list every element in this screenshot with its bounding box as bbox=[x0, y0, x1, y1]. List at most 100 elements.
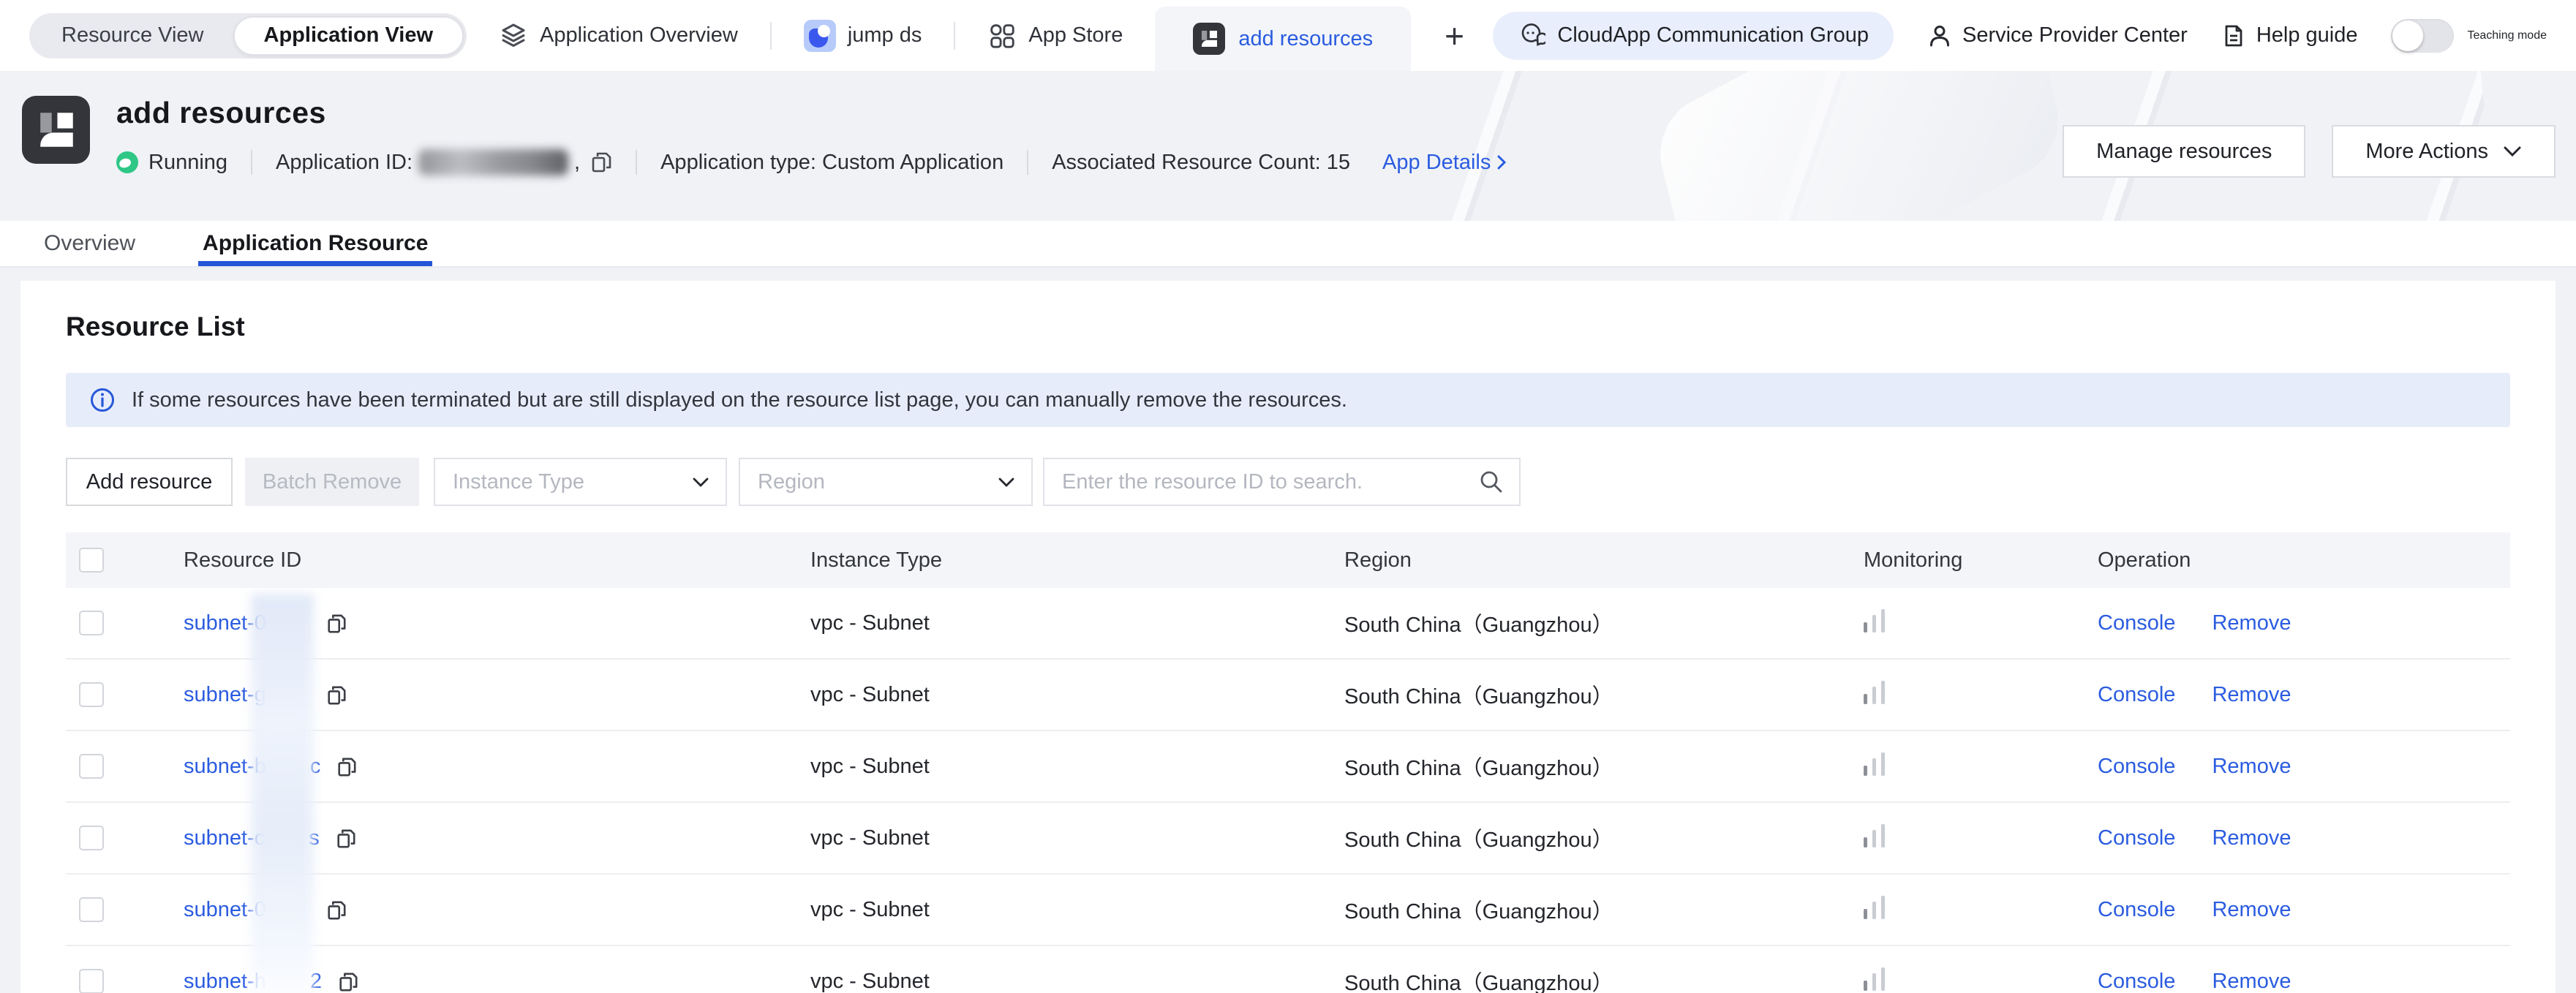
console-link[interactable]: Console bbox=[2098, 683, 2175, 706]
batch-remove-button[interactable]: Batch Remove bbox=[245, 458, 419, 506]
application-id-label: Application ID: bbox=[276, 150, 413, 174]
monitoring-chart-icon[interactable] bbox=[1864, 966, 1885, 991]
tab-application-resource[interactable]: Application Resource bbox=[198, 221, 433, 266]
row-checkbox[interactable] bbox=[79, 826, 104, 851]
row-checkbox[interactable] bbox=[79, 682, 104, 708]
copy-icon[interactable] bbox=[326, 684, 347, 706]
console-link[interactable]: Console bbox=[2098, 611, 2175, 635]
application-id-suffix: , bbox=[574, 150, 581, 174]
table-row: subnet-h 2 vpc - Subnet South China（Guan… bbox=[66, 946, 2510, 993]
status-badge: Running bbox=[116, 151, 227, 175]
service-provider-center-link[interactable]: Service Provider Center bbox=[1927, 23, 2188, 48]
app-logo-icon bbox=[1193, 23, 1226, 55]
monitoring-chart-icon[interactable] bbox=[1864, 679, 1885, 704]
copy-icon[interactable] bbox=[336, 756, 357, 778]
resource-id-suffix: s bbox=[309, 826, 320, 850]
page-tabs: Overview Application Resource bbox=[0, 221, 2576, 268]
region-cell: South China（Guangzhou） bbox=[1344, 757, 1613, 780]
app-details-link[interactable]: App Details bbox=[1382, 151, 1507, 175]
remove-link[interactable]: Remove bbox=[2212, 898, 2291, 921]
column-header-resource-id: Resource ID bbox=[184, 548, 302, 572]
resource-id-prefix: subnet-b bbox=[184, 754, 266, 778]
resource-count-text: Associated Resource Count: 15 bbox=[1052, 150, 1351, 174]
copy-icon[interactable] bbox=[326, 899, 347, 921]
chevron-down-icon bbox=[998, 477, 1014, 487]
resource-id-link[interactable]: subnet-0 bbox=[184, 611, 310, 635]
application-header: add resources Running Application ID: , … bbox=[0, 71, 2576, 221]
help-guide-link[interactable]: Help guide bbox=[2221, 23, 2357, 48]
region-select[interactable]: Region bbox=[739, 458, 1033, 506]
tab-overview[interactable]: Overview bbox=[44, 221, 135, 266]
console-link[interactable]: Console bbox=[2098, 970, 2175, 993]
remove-link[interactable]: Remove bbox=[2212, 683, 2291, 706]
resource-id-link[interactable]: subnet-c s bbox=[184, 826, 320, 850]
copy-icon[interactable] bbox=[590, 151, 612, 174]
search-icon[interactable] bbox=[1478, 469, 1504, 495]
search-input[interactable] bbox=[1047, 469, 1478, 494]
chevron-down-icon bbox=[2504, 146, 2521, 157]
add-resource-button[interactable]: Add resource bbox=[66, 458, 233, 506]
table-row: subnet-b c vpc - Subnet South China（Guan… bbox=[66, 731, 2510, 803]
row-checkbox[interactable] bbox=[79, 897, 104, 923]
manage-resources-button[interactable]: Manage resources bbox=[2063, 125, 2306, 178]
console-link[interactable]: Console bbox=[2098, 826, 2175, 850]
table-row: subnet-0 vpc - Subnet South China（Guangz… bbox=[66, 875, 2510, 946]
resource-search bbox=[1043, 458, 1521, 506]
app-meta-row: Running Application ID: , Application ty… bbox=[116, 149, 1507, 175]
resource-id-link[interactable]: subnet-0 bbox=[184, 898, 310, 922]
monitoring-chart-icon[interactable] bbox=[1864, 823, 1885, 847]
resource-view-segment[interactable]: Resource View bbox=[32, 16, 233, 56]
divider bbox=[769, 21, 772, 50]
jump-ds-icon bbox=[803, 19, 836, 52]
view-mode-toggle: Resource View Application View bbox=[29, 12, 467, 58]
table-row: subnet-c s vpc - Subnet South China（Guan… bbox=[66, 803, 2510, 875]
instance-type-placeholder: Instance Type bbox=[453, 469, 585, 494]
remove-link[interactable]: Remove bbox=[2212, 826, 2291, 850]
resource-id-link[interactable]: subnet-h 2 bbox=[184, 970, 322, 993]
teaching-mode-toggle[interactable] bbox=[2391, 18, 2455, 53]
nav-application-overview[interactable]: Application Overview bbox=[499, 21, 738, 50]
copy-icon[interactable] bbox=[338, 971, 358, 993]
resource-id-link[interactable]: subnet-g bbox=[184, 683, 310, 707]
instance-type-cell: vpc - Subnet bbox=[810, 754, 930, 778]
communication-group-button[interactable]: CloudApp Communication Group bbox=[1493, 11, 1894, 60]
nav-jump-ds[interactable]: jump ds bbox=[803, 19, 922, 52]
layers-icon bbox=[502, 23, 525, 47]
tab-add-resources[interactable]: add resources bbox=[1155, 7, 1412, 71]
new-tab-button[interactable]: + bbox=[1445, 19, 1464, 53]
row-checkbox[interactable] bbox=[79, 754, 104, 779]
help-doc-icon bbox=[2225, 25, 2242, 46]
copy-icon[interactable] bbox=[326, 613, 347, 635]
application-view-segment[interactable]: Application View bbox=[233, 15, 464, 56]
monitoring-chart-icon[interactable] bbox=[1864, 894, 1885, 919]
monitoring-chart-icon[interactable] bbox=[1864, 608, 1885, 633]
remove-link[interactable]: Remove bbox=[2212, 611, 2291, 635]
row-checkbox[interactable] bbox=[79, 611, 104, 636]
resource-list-card: Resource List If some resources have bee… bbox=[20, 281, 2556, 993]
divider bbox=[1027, 150, 1029, 175]
region-cell: South China（Guangzhou） bbox=[1344, 828, 1613, 852]
remove-link[interactable]: Remove bbox=[2212, 755, 2291, 778]
copy-icon[interactable] bbox=[336, 828, 356, 850]
console-link[interactable]: Console bbox=[2098, 755, 2175, 778]
select-all-checkbox[interactable] bbox=[79, 548, 104, 573]
remove-link[interactable]: Remove bbox=[2212, 970, 2291, 993]
application-type-text: Application type: Custom Application bbox=[660, 150, 1004, 174]
page-title: add resources bbox=[116, 96, 326, 129]
more-actions-button[interactable]: More Actions bbox=[2332, 125, 2556, 178]
teaching-mode-label: Teaching mode bbox=[2467, 29, 2547, 42]
instance-type-select[interactable]: Instance Type bbox=[434, 458, 727, 506]
resource-id-link[interactable]: subnet-b c bbox=[184, 755, 320, 779]
monitoring-chart-icon[interactable] bbox=[1864, 751, 1885, 776]
table-toolbar: Add resource Batch Remove Instance Type … bbox=[66, 458, 2510, 506]
resource-id-suffix: 2 bbox=[309, 969, 322, 993]
info-icon bbox=[91, 388, 114, 412]
region-cell: South China（Guangzhou） bbox=[1344, 613, 1613, 637]
instance-type-cell: vpc - Subnet bbox=[810, 969, 930, 993]
service-provider-center-label: Service Provider Center bbox=[1962, 23, 2188, 47]
chat-icon bbox=[1522, 23, 1546, 46]
console-link[interactable]: Console bbox=[2098, 898, 2175, 921]
row-checkbox[interactable] bbox=[79, 969, 104, 993]
resource-id-prefix: subnet-h bbox=[184, 969, 266, 993]
nav-app-store[interactable]: App Store bbox=[987, 21, 1123, 50]
